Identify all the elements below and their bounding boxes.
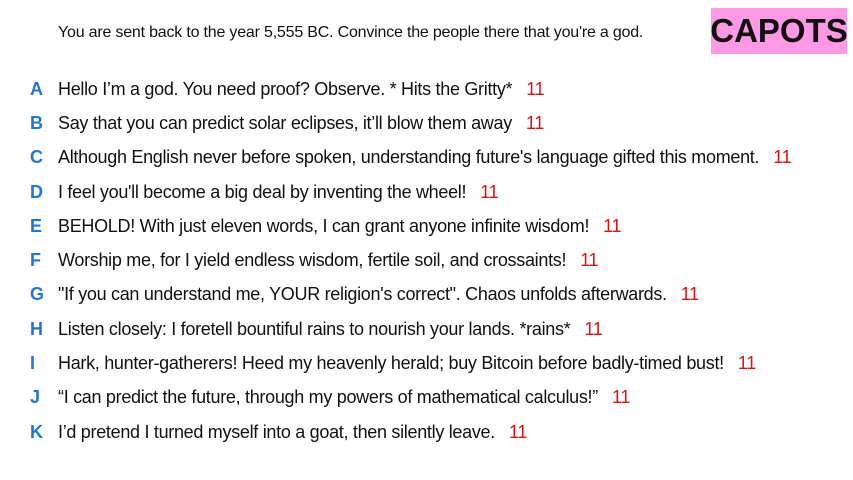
answer-letter: B bbox=[30, 112, 43, 133]
answer-text: BEHOLD! With just eleven words, I can gr… bbox=[58, 215, 590, 236]
answer-text: “I can predict the future, through my po… bbox=[58, 387, 598, 408]
answer-row-i[interactable]: I Hark, hunter-gatherers! Heed my heaven… bbox=[0, 346, 853, 380]
answer-text-wrap: “I can predict the future, through my po… bbox=[58, 387, 630, 408]
answer-letter: I bbox=[30, 353, 36, 374]
answer-text: Worship me, for I yield endless wisdom, … bbox=[58, 250, 567, 271]
answer-letter: G bbox=[30, 284, 45, 305]
answer-text-wrap: Worship me, for I yield endless wisdom, … bbox=[58, 250, 599, 271]
answer-row-f[interactable]: F Worship me, for I yield endless wisdom… bbox=[0, 243, 853, 277]
answer-letter: H bbox=[30, 318, 43, 339]
answer-text: I feel you'll become a big deal by inven… bbox=[58, 181, 467, 202]
answer-letter: J bbox=[30, 387, 41, 408]
answer-text-wrap: Listen closely: I foretell bountiful rai… bbox=[58, 318, 603, 340]
answer-text: Hello I’m a god. You need proof? Observe… bbox=[58, 78, 513, 99]
answer-row-a[interactable]: A Hello I’m a god. You need proof? Obser… bbox=[0, 72, 853, 106]
word-count: 11 bbox=[603, 215, 622, 236]
answer-text-wrap: Say that you can predict solar eclipses,… bbox=[58, 113, 544, 134]
answer-text-wrap: Hark, hunter-gatherers! Heed my heavenly… bbox=[58, 353, 756, 374]
answer-text: Hark, hunter-gatherers! Heed my heavenly… bbox=[58, 353, 724, 374]
answer-row-g[interactable]: G "If you can understand me, YOUR religi… bbox=[0, 278, 853, 312]
answer-row-k[interactable]: K I’d pretend I turned myself into a goa… bbox=[0, 415, 853, 449]
word-count: 11 bbox=[680, 284, 699, 305]
answer-letter: C bbox=[30, 147, 43, 168]
answer-row-h[interactable]: H Listen closely: I foretell bountiful r… bbox=[0, 312, 853, 346]
word-count: 11 bbox=[525, 112, 545, 133]
answer-text: Although English never before spoken, un… bbox=[58, 147, 760, 168]
word-count: 11 bbox=[584, 318, 603, 339]
answer-row-j[interactable]: J “I can predict the future, through my … bbox=[0, 381, 853, 415]
answer-row-b[interactable]: B Say that you can predict solar eclipse… bbox=[0, 106, 853, 140]
answer-text-wrap: Although English never before spoken, un… bbox=[58, 147, 792, 168]
word-count: 11 bbox=[508, 421, 528, 442]
answer-text: Listen closely: I foretell bountiful rai… bbox=[58, 318, 571, 339]
answer-row-c[interactable]: C Although English never before spoken, … bbox=[0, 141, 853, 175]
word-count: 11 bbox=[737, 353, 756, 374]
word-count: 11 bbox=[580, 250, 599, 271]
answer-letter: A bbox=[30, 78, 43, 99]
answer-text-wrap: "If you can understand me, YOUR religion… bbox=[58, 284, 699, 305]
answer-text: Say that you can predict solar eclipses,… bbox=[58, 112, 512, 133]
answer-letter: F bbox=[30, 250, 41, 271]
word-count: 11 bbox=[611, 387, 631, 408]
capots-badge: CAPOTS bbox=[710, 8, 848, 54]
answer-list: A Hello I’m a god. You need proof? Obser… bbox=[0, 72, 853, 449]
answer-row-e[interactable]: E BEHOLD! With just eleven words, I can … bbox=[0, 209, 853, 243]
answer-text-wrap: I’d pretend I turned myself into a goat,… bbox=[58, 422, 527, 443]
answer-letter: E bbox=[30, 215, 43, 236]
word-count: 11 bbox=[526, 78, 545, 99]
answer-row-d[interactable]: D I feel you'll become a big deal by inv… bbox=[0, 175, 853, 209]
answer-text: "If you can understand me, YOUR religion… bbox=[58, 284, 667, 305]
answer-letter: K bbox=[30, 421, 43, 442]
answer-text-wrap: I feel you'll become a big deal by inven… bbox=[58, 181, 499, 203]
word-count: 11 bbox=[773, 147, 792, 168]
answer-text: I’d pretend I turned myself into a goat,… bbox=[58, 421, 495, 442]
answer-text-wrap: BEHOLD! With just eleven words, I can gr… bbox=[58, 215, 622, 237]
answer-letter: D bbox=[30, 181, 43, 202]
word-count: 11 bbox=[480, 181, 499, 202]
prompt-text: You are sent back to the year 5,555 BC. … bbox=[58, 24, 644, 41]
answer-text-wrap: Hello I’m a god. You need proof? Observe… bbox=[58, 78, 545, 100]
